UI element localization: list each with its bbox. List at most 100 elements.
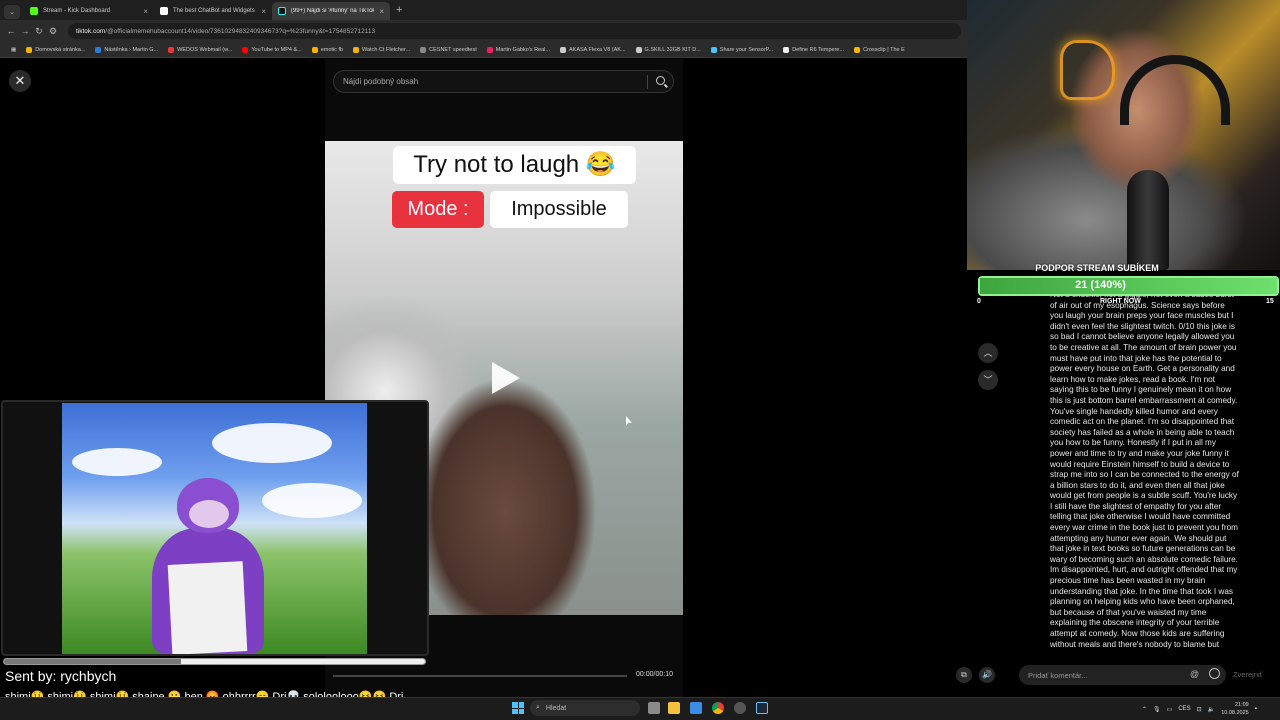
video-time: 00:00/00:10 [636,671,673,678]
media-share-progress-fill [4,659,181,664]
neon-sign-icon [1060,40,1115,100]
tab-search-button[interactable]: ⌄ [4,4,20,19]
video-caption-mode-label: Mode : [392,191,484,228]
language-indicator[interactable]: CES [1178,706,1190,712]
clock-date: 10.08.2025 [1221,710,1249,716]
volume-icon[interactable]: 🔈 [1208,706,1215,713]
comment-placeholder: Pridať komentár... [1028,670,1088,680]
bookmark-item[interactable]: YouTube to MP4 &... [237,46,306,53]
url-domain: tiktok.com [76,27,106,35]
forward-icon[interactable]: → [18,26,32,36]
bookmark-item[interactable]: WEDOS Webmail (w... [163,46,237,53]
close-tab-icon[interactable]: × [143,7,148,16]
media-share-progress [3,658,426,665]
settings-icon[interactable] [734,702,746,714]
windows-start-icon[interactable] [512,702,524,714]
bookmark-item[interactable]: Nástěnka › Martin G... [90,46,163,53]
bookmark-label: emotic fb [320,46,344,53]
bookmark-label: G.SKILL 32GB KIT D... [644,46,701,53]
chevron-up-icon[interactable]: ︿ [978,343,998,363]
apps-icon[interactable]: ▦ [6,47,21,53]
bookmark-favicon-icon [353,46,360,53]
close-tab-icon[interactable]: × [379,7,384,16]
bookmark-item[interactable]: G.SKILL 32GB KIT D... [631,46,706,53]
comment-text: Not a chuckle, not a giggle, not even a … [1050,290,1239,649]
notifications-icon[interactable]: ▪ [1255,706,1257,712]
search-icon[interactable] [656,76,665,85]
url-path: /@officialmemehubaccount14/video/7361029… [105,27,376,35]
bookmark-label: Martin Gabko's Real... [495,46,550,53]
new-tab-button[interactable]: + [390,4,408,16]
video-progress-bar[interactable] [333,675,627,677]
bookmark-item[interactable]: Watch Ct Fletcher... [348,46,415,53]
chevron-up-icon[interactable]: ⌃ [1142,706,1147,713]
back-icon[interactable]: ← [4,26,18,36]
bookmark-item[interactable]: CESNET speedtest [415,46,482,53]
bookmark-item[interactable]: Domovská stránka... [21,46,90,53]
bookmark-favicon-icon [311,46,318,53]
microphone-icon[interactable]: 🎙 [1153,706,1161,713]
file-explorer-icon[interactable] [668,702,680,714]
bookmark-label: AKASA Flexa V8 (AK... [568,46,626,53]
sub-goal-max: 15 [1266,298,1274,305]
clock[interactable]: 21:09 10.08.2025 [1221,701,1249,717]
bookmark-item[interactable]: emotic fb [307,46,348,53]
windows-taskbar [0,697,1280,720]
url-field[interactable]: tiktok.com /@officialmemehubaccount14/vi… [68,23,961,39]
site-settings-icon[interactable]: ⚙ [46,26,60,37]
monitor-icon[interactable]: ▭ [1167,706,1173,713]
sub-goal-title: PODPOR STREAM SUBÍKEM [1035,263,1159,273]
media-share-video [62,403,367,654]
bookmark-item[interactable]: Define R6 Tempere... [778,46,849,53]
search-icon: ⌕ [536,704,540,711]
character-face [189,500,229,528]
bookmark-favicon-icon [559,46,566,53]
bookmark-label: Watch Ct Fletcher... [362,46,411,53]
tab-chatbot[interactable]: The best ChatBot and Widgets × [154,2,272,20]
emoji-icon[interactable] [1209,668,1220,679]
play-icon[interactable] [492,362,520,394]
bookmark-favicon-icon [486,46,493,53]
chevron-down-icon[interactable]: ﹀ [978,370,998,390]
taskbar-search[interactable]: ⌕ Hledat [530,700,640,716]
steam-icon[interactable] [756,702,768,714]
taskbar-search-placeholder: Hledat [545,704,567,712]
bookmark-favicon-icon [783,46,790,53]
bookmark-item[interactable]: Crossclip | The E [849,46,910,53]
publish-button[interactable]: Zverejniť [1233,670,1263,679]
search-placeholder: Nájdi podobný obsah [343,77,419,86]
bookmark-item[interactable]: AKASA Flexa V8 (AK... [555,46,631,53]
address-bar: ← → ↻ ⚙ tiktok.com /@officialmemehubacco… [0,20,967,42]
cloud-shape [72,448,162,476]
volume-icon[interactable]: 🔊 [979,667,995,683]
network-icon[interactable]: ⊡ [1197,706,1202,713]
task-view-icon[interactable] [648,702,660,714]
bookmark-favicon-icon [168,46,175,53]
tiktok-icon [278,7,286,15]
bookmark-label: WEDOS Webmail (w... [177,46,233,53]
chrome-icon[interactable] [712,702,724,714]
reload-icon[interactable]: ↻ [32,26,46,37]
bookmark-favicon-icon [242,46,249,53]
share-icon[interactable]: ⧉ [956,667,972,683]
bookmark-item[interactable]: Martin Gabko's Real... [482,46,555,53]
character-paper-sign [167,561,248,654]
purple-gorilla-character [142,478,272,654]
mention-icon[interactable]: @ [1190,669,1199,679]
bookmark-favicon-icon [710,46,717,53]
store-icon[interactable] [690,702,702,714]
tab-kick-dashboard[interactable]: Stream - Kick Dashboard × [24,2,154,20]
close-tab-icon[interactable]: × [261,7,266,16]
search-input[interactable]: Nájdi podobný obsah [333,70,674,93]
bookmark-item[interactable]: Share your SensorP... [706,46,778,53]
bookmark-favicon-icon [26,46,33,53]
bookmarks-bar: ▦ Domovská stránka... Nástěnka › Martin G… [0,42,967,58]
tab-label: The best ChatBot and Widgets [173,8,255,14]
tab-tiktok[interactable]: (99+) Nájdi si '#funny' na TikTok × [272,2,390,20]
video-caption-mode-value: Impossible [490,191,628,228]
bookmark-label: Domovská stránka... [35,46,86,53]
bookmark-label: Nástěnka › Martin G... [104,46,159,53]
browser-tab-bar: ⌄ Stream - Kick Dashboard × The best Cha… [0,0,967,20]
close-icon[interactable]: ✕ [9,70,31,92]
video-caption-title: Try not to laugh 😂 [393,146,636,184]
